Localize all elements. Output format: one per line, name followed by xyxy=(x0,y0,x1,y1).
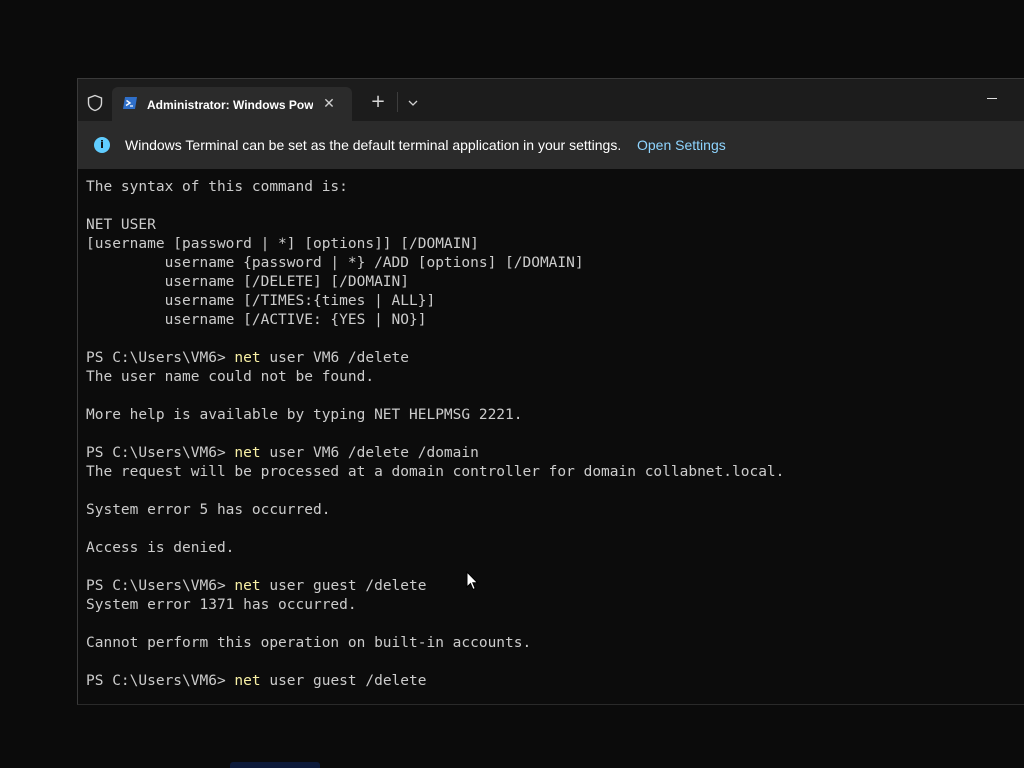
output-line: System error 5 has occurred. xyxy=(86,502,331,518)
prompt-line: PS C:\Users\VM6> net user VM6 /delete /d… xyxy=(86,444,1016,463)
output-line: More help is available by typing NET HEL… xyxy=(86,407,523,423)
info-message: Windows Terminal can be set as the defau… xyxy=(125,137,622,153)
info-icon: i xyxy=(94,137,110,153)
prompt-line: PS C:\Users\VM6> net user guest /delete xyxy=(86,672,1016,691)
console-output[interactable]: The syntax of this command is: NET USER [u… xyxy=(86,178,1016,698)
tab-title: Administrator: Windows PowerShell xyxy=(147,98,313,112)
prompt: PS C:\Users\VM6> xyxy=(86,350,235,366)
prompt-line: PS C:\Users\VM6> net user guest /delete xyxy=(86,577,1016,596)
prompt: PS C:\Users\VM6> xyxy=(86,673,235,689)
command-keyword: net xyxy=(234,673,261,689)
close-icon[interactable]: ✕ xyxy=(318,93,340,115)
output-line: username [/DELETE] [/DOMAIN] xyxy=(86,274,410,290)
minimize-button[interactable] xyxy=(978,89,1006,109)
prompt-line: PS C:\Users\VM6> net user VM6 /delete xyxy=(86,349,1016,368)
tab-powershell[interactable]: Administrator: Windows PowerShell ✕ xyxy=(112,87,352,121)
output-line: username [/ACTIVE: {YES | NO}] xyxy=(86,312,427,328)
terminal-window[interactable]: Administrator: Windows PowerShell ✕ + i … xyxy=(77,78,1024,705)
title-bar[interactable]: Administrator: Windows PowerShell ✕ + xyxy=(78,79,1024,121)
command-keyword: net xyxy=(234,445,261,461)
output-line: Access is denied. xyxy=(86,540,235,556)
new-tab-button[interactable]: + xyxy=(365,91,391,115)
command-keyword: net xyxy=(234,350,261,366)
info-bar: i Windows Terminal can be set as the def… xyxy=(78,121,1024,169)
mouse-cursor-icon xyxy=(466,571,479,591)
prompt: PS C:\Users\VM6> xyxy=(86,445,235,461)
chevron-down-icon[interactable] xyxy=(402,93,424,113)
shield-icon xyxy=(87,94,103,112)
output-line: System error 1371 has occurred. xyxy=(86,597,357,613)
prompt: PS C:\Users\VM6> xyxy=(86,578,235,594)
output-line: username [/TIMES:{times | ALL}] xyxy=(86,293,436,309)
desktop-background: Administrator: Windows PowerShell ✕ + i … xyxy=(0,0,1024,768)
tab-divider xyxy=(397,92,398,112)
output-line: The user name could not be found. xyxy=(86,369,375,385)
open-settings-link[interactable]: Open Settings xyxy=(637,135,726,155)
command-args: user VM6 /delete xyxy=(260,350,410,366)
command-keyword: net xyxy=(234,578,261,594)
output-line: Cannot perform this operation on built-i… xyxy=(86,635,532,651)
output-line: The request will be processed at a domai… xyxy=(86,464,785,480)
output-line: The syntax of this command is: xyxy=(86,179,348,195)
command-args: user VM6 /delete /domain xyxy=(260,445,479,461)
powershell-icon xyxy=(123,97,137,109)
taskbar-edge xyxy=(230,762,320,768)
output-line: [username [password | *] [options]] [/DO… xyxy=(86,236,479,252)
command-args: user guest /delete xyxy=(260,578,427,594)
command-args: user guest /delete xyxy=(260,673,427,689)
output-line: username {password | *} /ADD [options] [… xyxy=(86,255,584,271)
output-line: NET USER xyxy=(86,217,156,233)
